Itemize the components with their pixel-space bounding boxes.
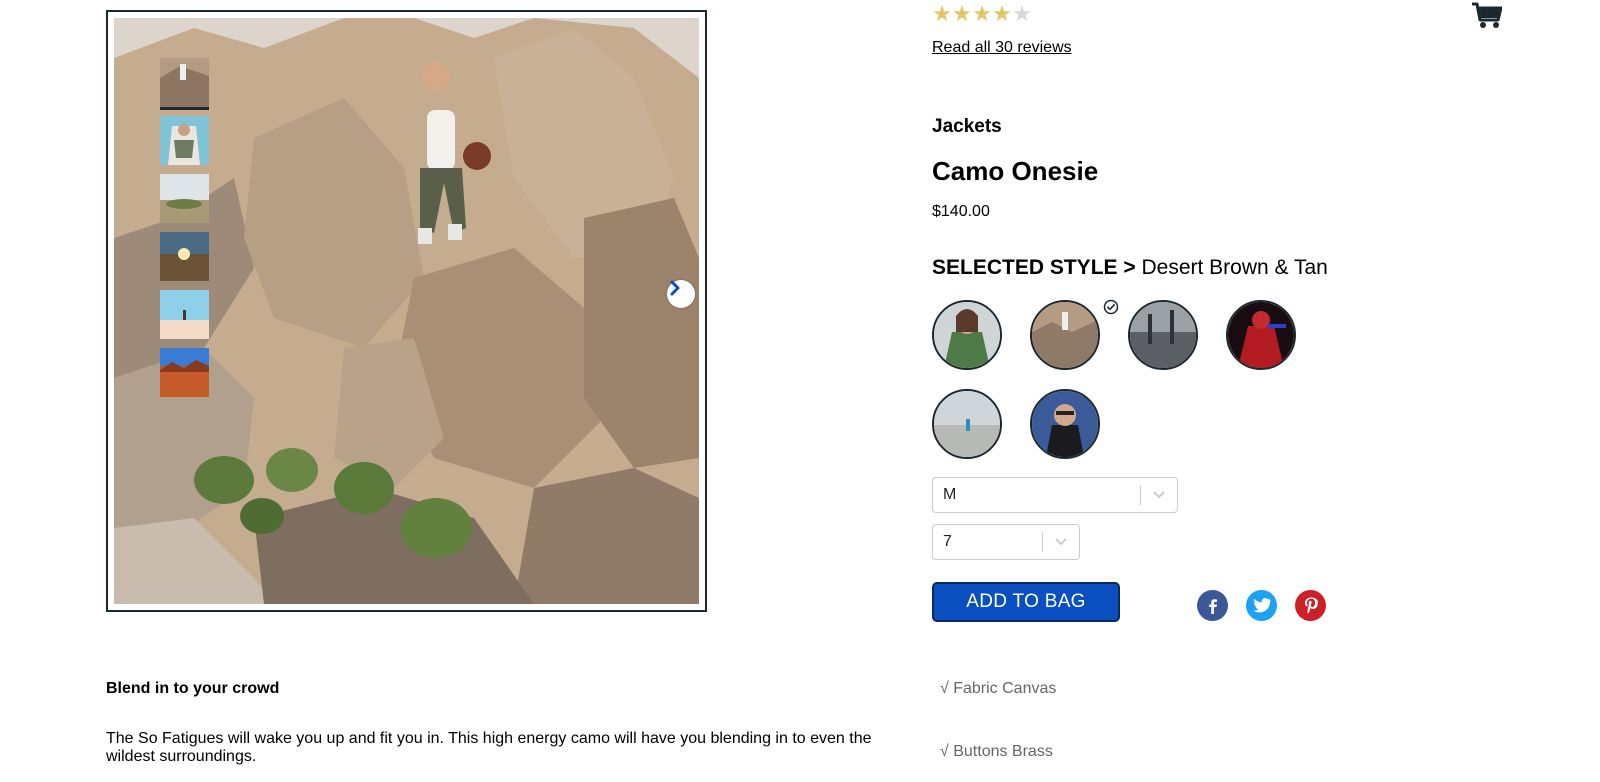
next-image-button[interactable] [667,280,695,308]
product-category: Jackets [932,116,1002,137]
read-reviews-link[interactable]: Read all 30 reviews [932,39,1072,57]
star-icon: ★ [972,1,992,26]
gallery-thumbnail[interactable] [160,232,209,283]
star-icon: ★ [952,1,972,26]
style-swatch[interactable] [932,389,1002,459]
main-product-image[interactable] [114,18,699,604]
product-gallery [106,10,707,612]
pinterest-icon[interactable] [1295,590,1326,621]
product-price: $140.00 [932,203,990,220]
style-swatch[interactable] [1226,300,1296,370]
description-heading: Blend in to your crowd [106,680,280,697]
gallery-thumbnail[interactable] [160,174,209,225]
description-body: The So Fatigues will wake you up and fit… [106,730,872,765]
star-icon: ★ [932,1,952,26]
selected-style-label: SELECTED STYLE > [932,256,1136,279]
feature-item: √ Buttons Brass [940,743,1053,760]
style-swatch[interactable] [1030,389,1100,459]
chevron-right-icon [670,280,680,296]
gallery-thumbnail[interactable] [160,58,209,110]
style-swatch[interactable] [1030,300,1100,370]
add-to-bag-button[interactable]: ADD TO BAG [932,582,1120,622]
gallery-thumbnail[interactable] [160,116,209,167]
selected-check-icon [1103,299,1119,315]
shopping-cart-icon[interactable] [1472,2,1503,30]
star-icon: ★ [992,1,1012,26]
product-title: Camo Onesie [932,156,1099,186]
style-swatch[interactable] [1128,300,1198,370]
chevron-down-icon [1043,538,1079,546]
quantity-select-value: 7 [943,533,952,550]
style-swatch[interactable] [932,300,1002,370]
gallery-thumbnail[interactable] [160,348,209,399]
gallery-thumbnail[interactable] [160,290,209,341]
quantity-select[interactable]: 7 [932,524,1080,560]
twitter-icon[interactable] [1246,590,1277,621]
star-rating: ★ ★ ★ ★ ★ [932,3,1032,25]
star-icon: ★ [1012,1,1032,26]
feature-item: √ Fabric Canvas [940,680,1057,697]
size-select-value: M [943,486,957,503]
selected-style: SELECTED STYLE > Desert Brown & Tan [932,256,1328,280]
chevron-down-icon [1141,491,1177,499]
size-select[interactable]: M [932,477,1178,513]
facebook-icon[interactable] [1197,590,1228,621]
selected-style-value: Desert Brown & Tan [1141,256,1328,279]
